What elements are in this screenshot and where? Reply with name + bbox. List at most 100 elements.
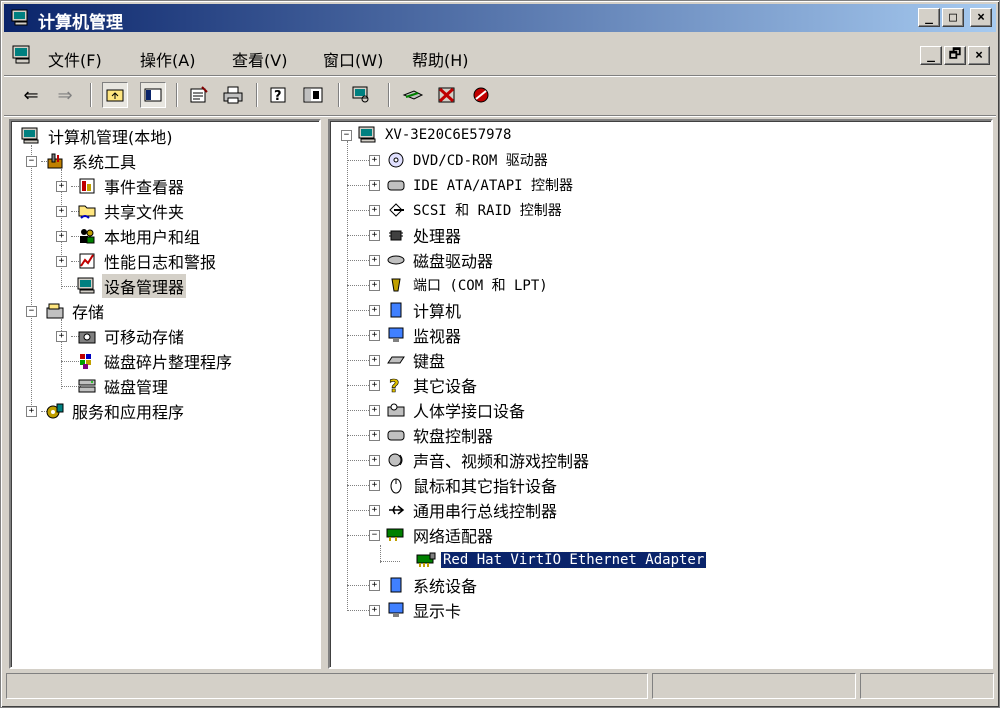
expand-toggle[interactable]: + xyxy=(369,580,380,591)
device-category[interactable]: 系统设备 xyxy=(386,574,479,596)
expand-toggle[interactable]: + xyxy=(56,256,67,267)
floppy-controller-icon xyxy=(386,426,406,444)
expand-toggle[interactable]: + xyxy=(56,331,67,342)
computer-name: XV-3E20C6E57978 xyxy=(385,127,512,143)
device-category[interactable]: SCSI 和 RAID 控制器 xyxy=(386,199,564,221)
tree-label: 性能日志和警报 xyxy=(104,253,217,272)
expand-toggle[interactable]: + xyxy=(56,206,67,217)
expand-toggle[interactable]: + xyxy=(369,280,380,291)
menu-view[interactable]: 查看(V) xyxy=(232,47,287,71)
update-driver-icon[interactable] xyxy=(400,82,426,108)
expand-toggle[interactable]: + xyxy=(369,405,380,416)
device-category[interactable]: DVD/CD-ROM 驱动器 xyxy=(386,149,550,171)
menu-action[interactable]: 操作(A) xyxy=(140,47,195,71)
device-category[interactable]: 监视器 xyxy=(386,324,463,346)
tree-item-defrag[interactable]: 磁盘碎片整理程序 xyxy=(77,350,234,372)
tree-label: 服务和应用程序 xyxy=(72,403,185,422)
disk-drive-icon xyxy=(386,251,406,269)
expand-toggle[interactable]: + xyxy=(369,205,380,216)
tree-label: 系统工具 xyxy=(72,153,137,172)
menu-window[interactable]: 窗口(W) xyxy=(323,47,383,71)
minimize-button[interactable]: _ xyxy=(918,8,940,27)
disable-device-icon[interactable] xyxy=(434,82,460,108)
device-category[interactable]: 人体学接口设备 xyxy=(386,399,527,421)
tree-item-local-users[interactable]: 本地用户和组 xyxy=(77,225,202,247)
expand-toggle[interactable]: + xyxy=(369,255,380,266)
menu-file[interactable]: 文件(F) xyxy=(48,47,102,71)
device-category[interactable]: 磁盘驱动器 xyxy=(386,249,495,271)
uninstall-device-icon[interactable] xyxy=(468,82,494,108)
toolbox-icon xyxy=(45,152,65,170)
collapse-toggle[interactable]: − xyxy=(26,306,37,317)
scan-hardware-icon[interactable] xyxy=(348,82,374,108)
details-pane[interactable]: − XV-3E20C6E57978 + DVD/CD-ROM 驱动器 + IDE AT… xyxy=(328,119,993,669)
expand-toggle[interactable]: + xyxy=(369,180,380,191)
tree-item-shared-folders[interactable]: 共享文件夹 xyxy=(77,200,186,222)
properties-icon[interactable] xyxy=(186,82,212,108)
show-tree-icon[interactable] xyxy=(140,82,166,108)
device-category-label: 计算机 xyxy=(413,302,462,321)
tree-item-device-manager[interactable]: 设备管理器 xyxy=(77,274,187,298)
expand-toggle[interactable]: + xyxy=(369,380,380,391)
expand-toggle[interactable]: + xyxy=(369,230,380,241)
device-category[interactable]: 端口 (COM 和 LPT) xyxy=(386,274,550,296)
tree-item-system-tools[interactable]: 系统工具 xyxy=(45,150,138,172)
back-arrow-icon[interactable]: ⇐ xyxy=(18,82,44,108)
device-category[interactable]: 处理器 xyxy=(386,224,463,246)
computer-node[interactable]: XV-3E20C6E57978 xyxy=(358,124,513,146)
tree-item-storage[interactable]: 存储 xyxy=(45,300,106,322)
menu-help[interactable]: 帮助(H) xyxy=(412,47,469,71)
device-category[interactable]: 键盘 xyxy=(386,349,447,371)
device-category[interactable]: 声音、视频和游戏控制器 xyxy=(386,449,591,471)
network-adapter-icon xyxy=(386,526,406,544)
device-category-label: 通用串行总线控制器 xyxy=(413,502,558,521)
tree-item-disk-management[interactable]: 磁盘管理 xyxy=(77,375,170,397)
expand-toggle[interactable]: + xyxy=(369,355,380,366)
forward-arrow-icon[interactable]: ⇒ xyxy=(52,82,78,108)
expand-toggle[interactable]: + xyxy=(369,605,380,616)
tree-root[interactable]: 计算机管理(本地) xyxy=(21,125,175,147)
collapse-toggle[interactable]: − xyxy=(341,130,352,141)
hid-icon xyxy=(386,401,406,419)
device-category-label: 鼠标和其它指针设备 xyxy=(413,477,558,496)
up-folder-icon[interactable] xyxy=(102,82,128,108)
network-card-icon xyxy=(416,551,436,569)
network-adapter-device[interactable]: Red Hat VirtIO Ethernet Adapter xyxy=(416,549,708,571)
close-button[interactable]: × xyxy=(970,8,992,27)
console-tree-pane[interactable]: 计算机管理(本地) − 系统工具 + 事件查看器 + 共享文件夹 + 本地用户和… xyxy=(9,119,321,669)
maximize-button[interactable]: □ xyxy=(942,8,964,27)
tree-item-removable-storage[interactable]: 可移动存储 xyxy=(77,325,186,347)
device-category[interactable]: 网络适配器 xyxy=(386,524,495,546)
expand-toggle[interactable]: + xyxy=(369,480,380,491)
tree-item-event-viewer[interactable]: 事件查看器 xyxy=(77,175,186,197)
tree-item-services[interactable]: 服务和应用程序 xyxy=(45,400,186,422)
title-bar[interactable]: 计算机管理 _ □ × xyxy=(4,4,996,33)
collapse-toggle[interactable]: − xyxy=(26,156,37,167)
expand-toggle[interactable]: + xyxy=(26,406,37,417)
expand-toggle[interactable]: + xyxy=(369,455,380,466)
console-window-icon[interactable] xyxy=(12,45,34,65)
expand-toggle[interactable]: + xyxy=(369,155,380,166)
help-icon[interactable]: ? xyxy=(266,82,292,108)
expand-toggle[interactable]: + xyxy=(369,430,380,441)
device-category[interactable]: IDE ATA/ATAPI 控制器 xyxy=(386,174,575,196)
expand-toggle[interactable]: + xyxy=(369,305,380,316)
mdi-close-button[interactable]: × xyxy=(968,46,990,65)
device-category[interactable]: ? 其它设备 xyxy=(386,374,479,396)
expand-toggle[interactable]: + xyxy=(369,330,380,341)
device-category[interactable]: 计算机 xyxy=(386,299,463,321)
tree-item-perf-logs[interactable]: 性能日志和警报 xyxy=(77,250,218,272)
expand-toggle[interactable]: + xyxy=(56,181,67,192)
device-category[interactable]: 通用串行总线控制器 xyxy=(386,499,559,521)
device-category[interactable]: 显示卡 xyxy=(386,599,463,621)
collapse-toggle[interactable]: − xyxy=(369,530,380,541)
device-category[interactable]: 软盘控制器 xyxy=(386,424,495,446)
device-category[interactable]: 鼠标和其它指针设备 xyxy=(386,474,559,496)
print-icon[interactable] xyxy=(220,82,246,108)
mdi-minimize-button[interactable]: _ xyxy=(920,46,942,65)
mdi-restore-button[interactable]: 🗗 xyxy=(944,46,966,65)
expand-toggle[interactable]: + xyxy=(56,231,67,242)
expand-toggle[interactable]: + xyxy=(369,505,380,516)
device-category-label: DVD/CD-ROM 驱动器 xyxy=(413,153,548,169)
console-icon[interactable] xyxy=(300,82,326,108)
